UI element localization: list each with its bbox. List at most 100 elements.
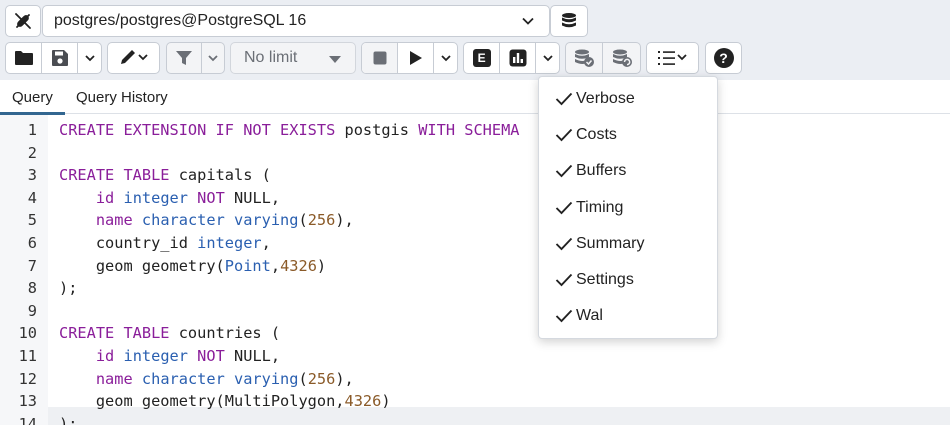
code-token: , [270, 256, 281, 275]
explain-icon: E [472, 49, 491, 67]
code-token: geom geometry( [59, 256, 225, 275]
code-line: 12 name character varying(256), [0, 368, 950, 391]
code-token: ), [335, 211, 354, 230]
code-token: id [95, 347, 115, 365]
row-limit-select[interactable]: No limit [230, 42, 356, 74]
code-token: 256 [307, 369, 336, 388]
code-token: WITH SCHEMA [418, 121, 520, 139]
code-token: ) [316, 256, 327, 275]
open-file-button[interactable] [6, 43, 43, 73]
code-line: 3 CREATE TABLE capitals ( [0, 164, 950, 187]
code-token: , [261, 234, 271, 252]
save-options-dropdown[interactable] [78, 43, 101, 73]
filter-button[interactable] [167, 43, 202, 73]
tab-query[interactable]: Query [0, 80, 65, 115]
menu-item-wal[interactable]: Wal [539, 298, 717, 334]
code-token: ), [335, 369, 354, 388]
code-text: id integer NOT NULL, [59, 187, 280, 210]
check-icon [555, 129, 573, 142]
code-line: 11 id integer NOT NULL, [0, 345, 950, 368]
execute-options-dropdown[interactable] [434, 43, 457, 73]
menu-item-summary[interactable]: Summary [539, 226, 717, 262]
code-token: NOT [197, 188, 225, 207]
explain-analyze-button[interactable] [500, 43, 537, 73]
code-line: 5 name character varying(256), [0, 209, 950, 232]
check-icon [555, 165, 573, 178]
code-text: CREATE TABLE countries ( [59, 322, 280, 345]
code-line: 6 country_id integer, [0, 232, 950, 255]
tab-query-history[interactable]: Query History [76, 80, 168, 114]
save-file-button[interactable] [42, 43, 79, 73]
edit-menu-button[interactable] [108, 43, 159, 73]
connection-status-button[interactable] [5, 5, 41, 37]
line-number: 13 [18, 392, 37, 411]
commit-button[interactable] [566, 43, 604, 73]
code-text: id integer NOT NULL, [59, 345, 280, 368]
menu-item-label: Buffers [576, 162, 627, 180]
code-token: postgis [335, 121, 419, 139]
menu-item-settings[interactable]: Settings [539, 262, 717, 298]
code-token: geom geometry(MultiPolygon, [59, 392, 345, 411]
explain-button-group: E [463, 42, 560, 74]
filter-button-group [166, 42, 225, 74]
code-line: 7 geom geometry(Point,4326) [0, 255, 950, 278]
sql-editor[interactable]: 1 CREATE EXTENSION IF NOT EXISTS postgis … [0, 115, 950, 425]
code-token: 4326 [344, 392, 382, 411]
code-token: NOT [197, 347, 225, 365]
menu-item-buffers[interactable]: Buffers [539, 153, 717, 189]
help-button[interactable]: ? [705, 42, 742, 74]
chevron-down-icon [543, 55, 553, 62]
menu-item-verbose[interactable]: Verbose [539, 81, 717, 117]
code-line: 9 [0, 300, 950, 323]
line-number: 6 [27, 234, 37, 252]
menu-item-timing[interactable]: Timing [539, 190, 717, 226]
code-token: country_id [59, 234, 198, 252]
code-token: id [95, 188, 115, 207]
transaction-button-group [565, 42, 641, 74]
edit-button-group [107, 42, 160, 74]
macros-button[interactable] [646, 42, 699, 74]
line-number: 1 [27, 121, 37, 139]
execute-button[interactable] [398, 43, 435, 73]
code-token: ); [59, 279, 78, 298]
caret-down-icon [329, 56, 341, 63]
code-token: character varying [141, 211, 299, 230]
stop-button[interactable] [362, 43, 399, 73]
check-icon [555, 310, 573, 323]
explain-button[interactable]: E [464, 43, 501, 73]
code-text: geom geometry(MultiPolygon,4326) [59, 390, 391, 413]
execute-button-group [361, 42, 458, 74]
line-number: 14 [18, 414, 37, 425]
code-text: name character varying(256), [59, 368, 354, 391]
new-connection-button[interactable] [550, 5, 588, 37]
code-text: name character varying(256), [59, 209, 354, 232]
explain-options-menu: Verbose Costs Buffers Timing Summary Settings… [538, 76, 718, 339]
tab-query-history-label: Query History [76, 88, 168, 106]
menu-item-label: Summary [576, 234, 645, 252]
code-line: 14); [0, 413, 950, 425]
connection-select[interactable]: postgres/postgres@PostgreSQL 16 [42, 5, 550, 37]
code-text: ); [59, 277, 77, 300]
check-icon [555, 201, 573, 214]
rollback-button[interactable] [603, 43, 640, 73]
filter-icon [175, 51, 192, 65]
menu-item-costs[interactable]: Costs [539, 117, 717, 153]
list-icon [657, 51, 687, 65]
bar-chart-icon [509, 49, 527, 67]
line-number: 5 [27, 211, 37, 230]
code-text: geom geometry(Point,4326) [59, 255, 326, 278]
line-number: 3 [27, 166, 37, 185]
code-line: 4 id integer NOT NULL, [0, 187, 950, 210]
database-check-icon [575, 49, 594, 67]
explain-options-dropdown[interactable] [536, 43, 559, 73]
filter-options-dropdown[interactable] [202, 43, 224, 73]
line-number: 9 [27, 301, 37, 320]
code-text: country_id integer, [59, 232, 271, 255]
query-tool-toolbar: postgres/postgres@PostgreSQL 16 No limit… [0, 0, 950, 80]
menu-item-label: Wal [576, 307, 603, 325]
code-token: CREATE TABLE [59, 166, 170, 185]
menu-item-label: Costs [576, 126, 617, 144]
